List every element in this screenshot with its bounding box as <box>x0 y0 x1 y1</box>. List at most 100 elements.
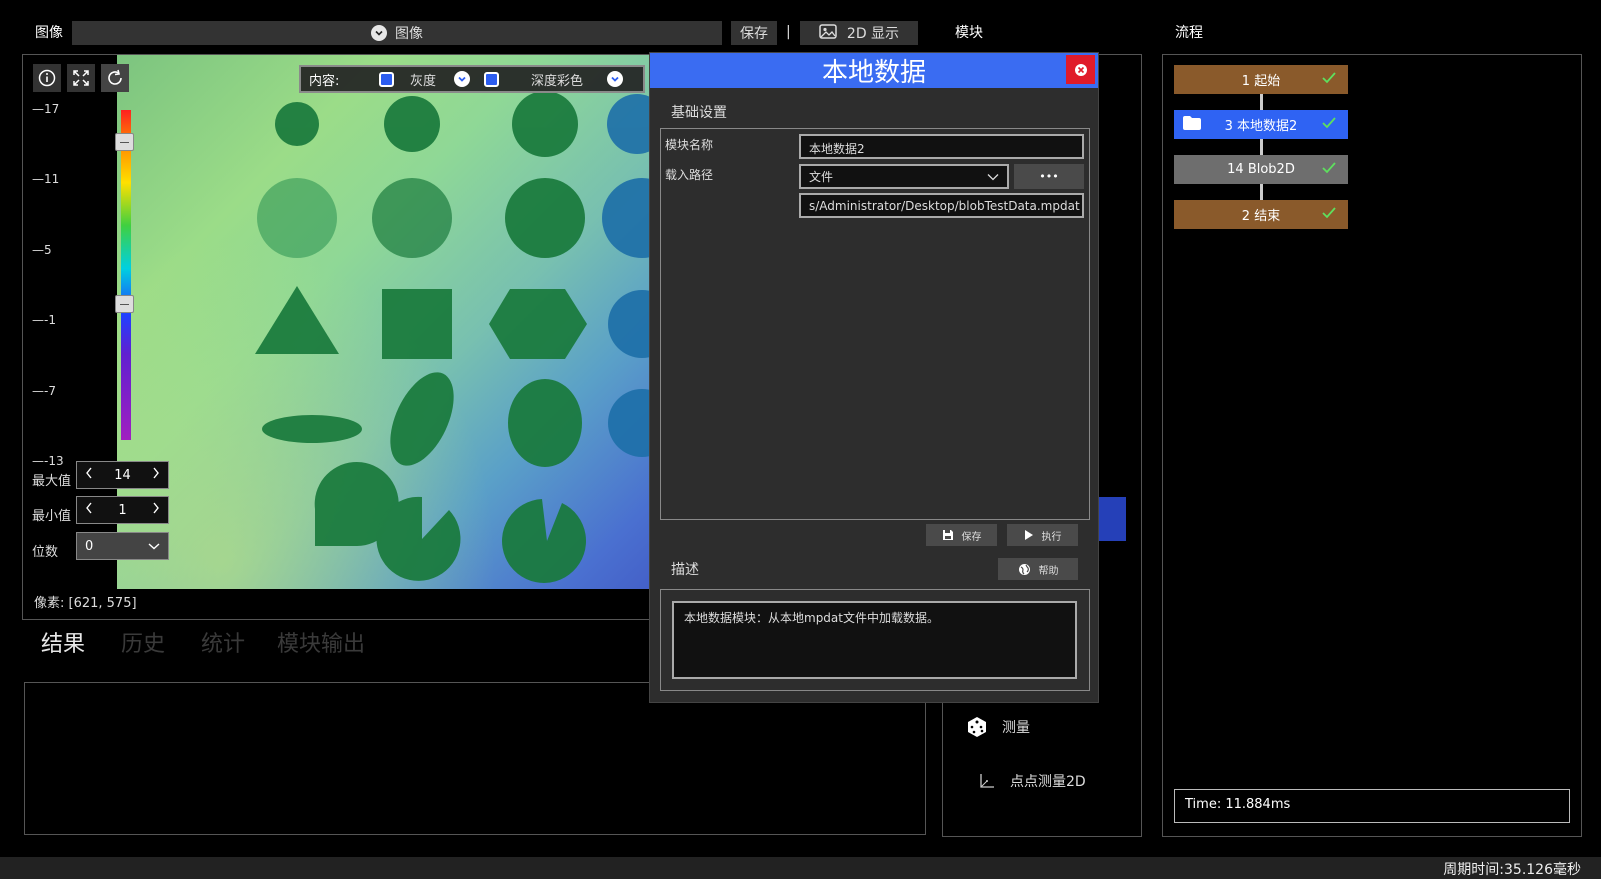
dialog-save-button[interactable]: 保存 <box>926 524 997 546</box>
flow-connector <box>1260 184 1263 200</box>
chevron-left-icon[interactable] <box>85 467 93 483</box>
flow-node-local-data[interactable]: 3 本地数据2 <box>1174 110 1348 139</box>
flow-time-readout: Time: 11.884ms <box>1174 789 1570 823</box>
tab-history[interactable]: 历史 <box>121 626 165 658</box>
file-path-input[interactable]: s/Administrator/Desktop/blobTestData.mpd… <box>799 193 1084 218</box>
info-button[interactable] <box>33 64 61 92</box>
image-icon <box>819 23 837 43</box>
play-icon <box>1024 530 1033 540</box>
color-scale-bar <box>121 110 131 440</box>
image-canvas[interactable] <box>117 55 650 589</box>
depth-dropdown-chevron-icon[interactable] <box>607 71 623 87</box>
cycle-time-readout: 周期时间:35.126毫秒 <box>1443 862 1581 878</box>
modules-title: 模块 <box>955 25 983 41</box>
content-selector-bar: 内容: 灰度 深度彩色 <box>299 65 645 93</box>
flow-connector <box>1260 139 1263 155</box>
close-icon <box>1074 63 1087 76</box>
gray-dropdown-chevron-icon[interactable] <box>454 71 470 87</box>
module-item-measure-label: 测量 <box>1002 720 1030 736</box>
module-name-input[interactable]: 本地数据2 <box>799 134 1084 159</box>
tab-statistics[interactable]: 统计 <box>201 626 245 658</box>
dialog-run-label: 执行 <box>1041 531 1062 543</box>
module-item-point-measure[interactable]: 点点测量2D <box>978 771 1086 791</box>
digits-value: 0 <box>85 538 94 554</box>
flow-node-start[interactable]: 1 起始 <box>1174 65 1348 94</box>
browse-button[interactable]: ••• <box>1014 164 1084 189</box>
toolbar-separator: | <box>786 24 791 40</box>
digits-label: 位数 <box>32 545 59 560</box>
gray-checkbox[interactable] <box>379 71 394 87</box>
display-2d-button[interactable]: 2D 显示 <box>800 21 918 45</box>
flow-title: 流程 <box>1175 25 1203 41</box>
fit-screen-button[interactable] <box>67 64 95 92</box>
help-button[interactable]: 帮助 <box>998 558 1078 580</box>
status-bar <box>0 857 1601 879</box>
image-section-label: 图像 <box>35 25 63 41</box>
refresh-icon <box>108 69 122 85</box>
color-max-handle[interactable] <box>115 133 134 151</box>
basic-settings-title: 基础设置 <box>671 105 727 121</box>
shapes-image <box>255 91 650 583</box>
flow-node-blob2d[interactable]: 14 Blob2D <box>1174 155 1348 184</box>
module-item-measure[interactable]: 测量 <box>966 716 1030 738</box>
dialog-title[interactable]: 本地数据 <box>650 53 1098 88</box>
description-text[interactable]: 本地数据模块：从本地mpdat文件中加载数据。 <box>672 601 1077 679</box>
scale-tick: —17 <box>32 102 60 116</box>
save-icon <box>942 530 953 540</box>
max-value-label: 最大值 <box>32 474 72 489</box>
chevron-left-icon[interactable] <box>85 502 93 518</box>
chevron-right-icon[interactable] <box>152 502 160 518</box>
chevron-right-icon[interactable] <box>152 467 160 483</box>
color-min-handle[interactable] <box>115 295 134 313</box>
chevron-down-icon <box>987 170 999 184</box>
help-label: 帮助 <box>1038 565 1059 577</box>
flow-node-label: 1 起始 <box>1241 74 1281 89</box>
content-label: 内容: <box>309 73 340 89</box>
image-source-select[interactable]: 图像 <box>72 21 722 45</box>
folder-icon <box>1182 115 1202 135</box>
image-save-button[interactable]: 保存 <box>731 21 777 45</box>
max-value-stepper[interactable]: 14 <box>76 461 169 489</box>
check-icon <box>1320 159 1338 181</box>
module-name-label: 模块名称 <box>665 138 714 152</box>
flow-node-label: 14 Blob2D <box>1227 162 1295 177</box>
description-title: 描述 <box>671 562 699 578</box>
dialog-close-button[interactable] <box>1066 55 1095 84</box>
expand-icon <box>73 70 89 86</box>
flow-node-label: 2 结束 <box>1241 209 1281 224</box>
scale-tick: —-7 <box>32 384 56 398</box>
module-highlight <box>1099 497 1126 541</box>
pixel-readout: 像素: [621, 575] <box>34 596 137 611</box>
module-item-point-measure-label: 点点测量2D <box>1010 774 1086 790</box>
scale-tick: —-1 <box>32 313 56 327</box>
dice-icon <box>968 717 986 737</box>
dialog-run-button[interactable]: 执行 <box>1007 524 1078 546</box>
results-panel <box>24 682 926 835</box>
load-path-type-value: 文件 <box>809 170 834 184</box>
scale-tick: —11 <box>32 172 60 186</box>
scale-tick: —-13 <box>32 454 64 468</box>
flow-connector <box>1260 94 1263 110</box>
flow-node-end[interactable]: 2 结束 <box>1174 200 1348 229</box>
check-icon <box>1320 69 1338 91</box>
gray-option-label: 灰度 <box>410 73 437 89</box>
min-value[interactable]: 1 <box>118 503 126 518</box>
image-source-value: 图像 <box>395 26 423 42</box>
info-icon <box>38 69 56 87</box>
refresh-button[interactable] <box>101 64 129 92</box>
chevron-down-icon <box>148 539 160 554</box>
depth-color-option-label: 深度彩色 <box>531 73 584 89</box>
min-value-label: 最小值 <box>32 509 72 524</box>
check-icon <box>1320 114 1338 136</box>
load-path-label: 载入路径 <box>665 168 714 182</box>
max-value[interactable]: 14 <box>114 468 131 483</box>
check-icon <box>1320 204 1338 226</box>
chevron-down-icon <box>371 25 387 41</box>
tab-results[interactable]: 结果 <box>41 626 85 658</box>
digits-select[interactable]: 0 <box>76 532 169 560</box>
min-value-stepper[interactable]: 1 <box>76 496 169 524</box>
flow-node-label: 3 本地数据2 <box>1224 119 1298 134</box>
load-path-type-select[interactable]: 文件 <box>799 164 1009 189</box>
depth-color-checkbox[interactable] <box>484 71 499 87</box>
tab-module-output[interactable]: 模块输出 <box>277 626 365 658</box>
